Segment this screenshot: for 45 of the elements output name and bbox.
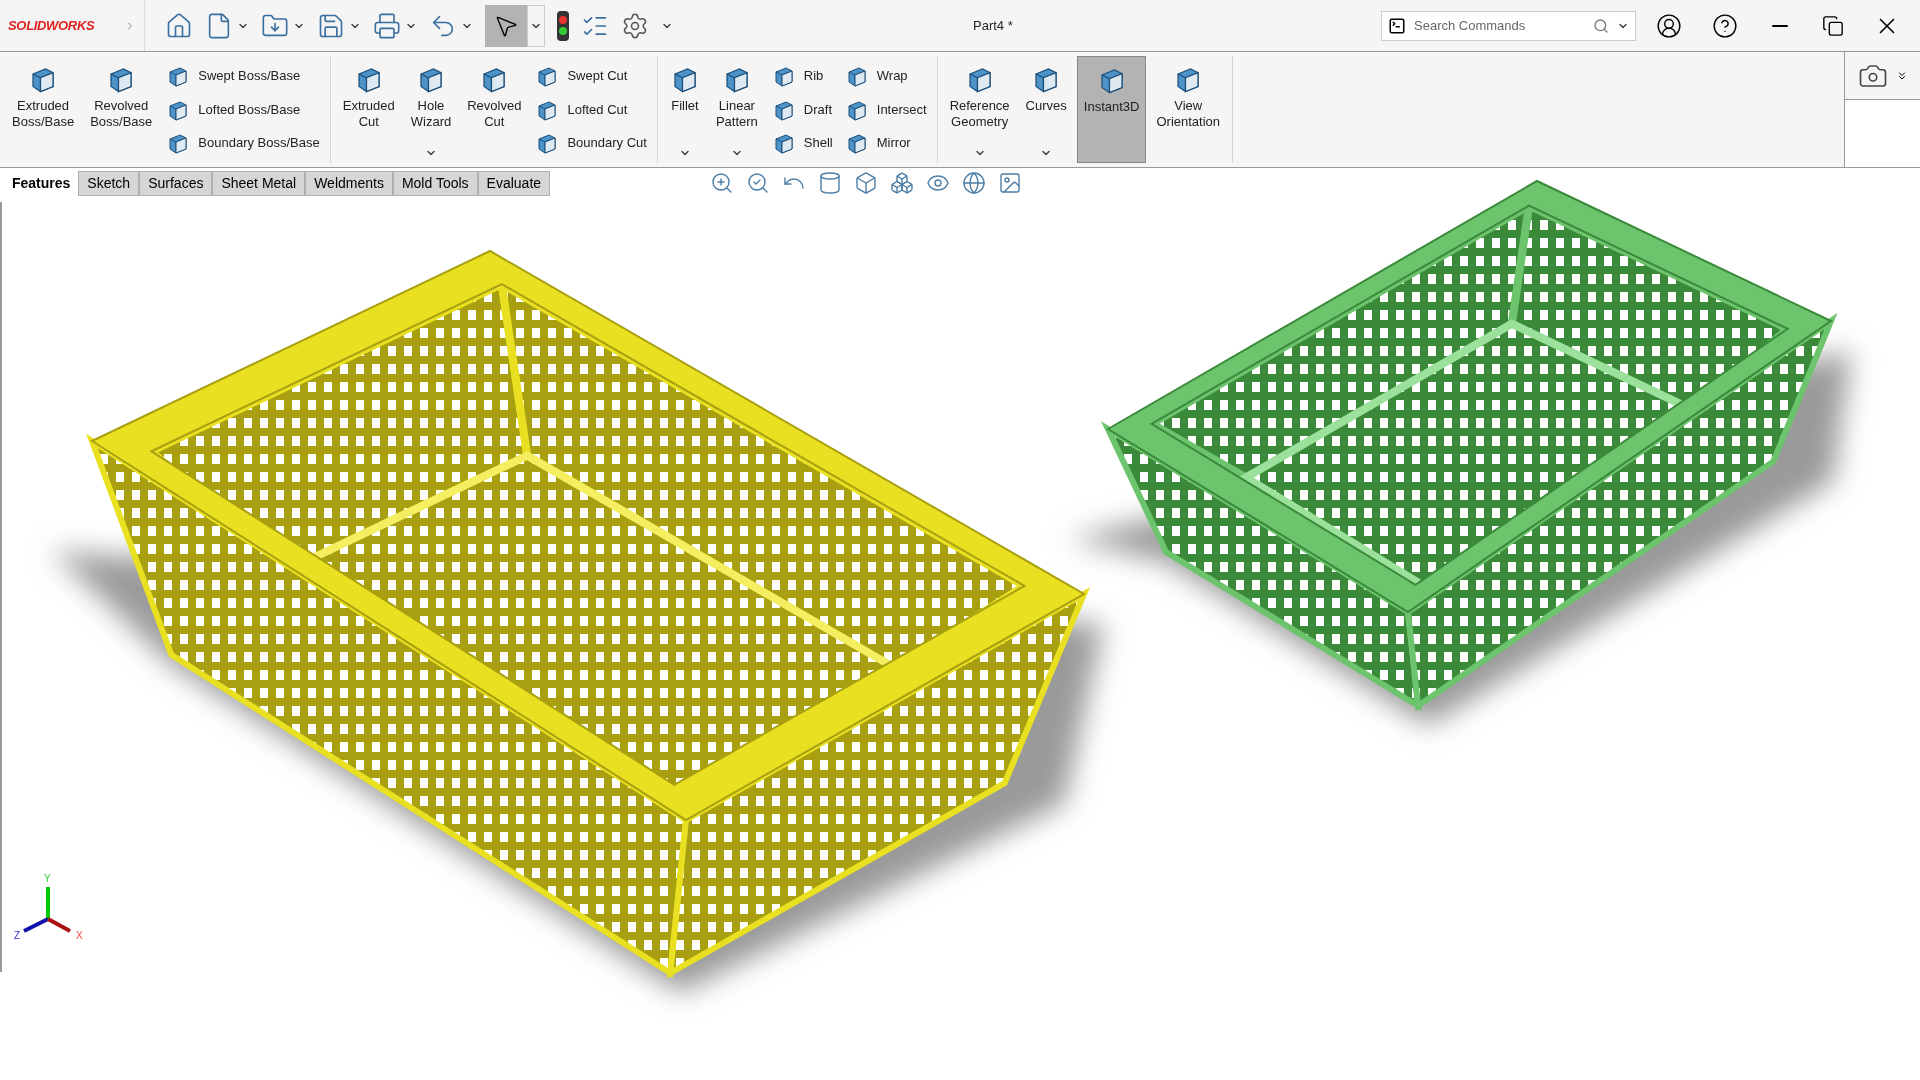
tab[interactable]: Sheet Metal [212,170,306,196]
search-field[interactable]: Search Commands [1414,15,1585,36]
camera-panel[interactable] [1845,52,1920,100]
ribbon-button[interactable]: Boundary Boss/Base [166,131,320,155]
tab[interactable]: Surfaces [139,170,213,196]
ribbon-button[interactable]: Swept Boss/Base [166,64,320,88]
document-title: Part4 * [973,16,1013,35]
ribbon-button[interactable]: Lofted Cut [535,97,647,122]
select-pointer-button[interactable] [485,4,527,47]
ribbon-button[interactable]: Shell [771,131,833,155]
help-icon[interactable] [1712,12,1738,39]
ribbon-button[interactable]: Extruded Boss/Base [6,56,81,163]
tab[interactable]: Mold Tools [392,170,478,196]
ribbon-button[interactable]: Draft [771,97,833,122]
ribbon-button[interactable]: Reference Geometry [943,56,1016,163]
tab[interactable]: Sketch [78,170,140,196]
tab[interactable]: Weldments [305,170,393,196]
search-box[interactable]: Search Commands [1381,10,1636,41]
user-icon[interactable] [1656,12,1682,39]
ribbon-button[interactable]: Boundary Cut [535,131,647,155]
ribbon-button[interactable]: Lofted Boss/Base [166,97,320,122]
print-icon[interactable] [373,11,401,40]
ribbon-button[interactable]: View Orientation [1150,56,1227,163]
restore-icon[interactable] [1822,14,1844,37]
settings-icon[interactable] [621,11,649,40]
traffic-light-icon[interactable] [557,10,569,41]
ribbon-button[interactable]: Instant3D [1076,56,1147,163]
ribbon-button[interactable]: Revolved Boss/Base [84,56,159,163]
ribbon-button[interactable]: Extruded Cut [336,56,401,163]
ribbon-button[interactable]: Rib [771,64,833,88]
ribbon-button[interactable]: Swept Cut [535,64,647,88]
ribbon-button[interactable]: Mirror [844,131,927,155]
ribbon-button[interactable]: Wrap [844,64,927,88]
ribbon-button[interactable]: Fillet [663,56,706,163]
ribbon-button[interactable]: Intersect [844,97,927,122]
home-icon[interactable] [165,11,193,40]
command-prompt-icon [1388,16,1406,35]
search-icon[interactable] [1593,17,1609,34]
ribbon-button[interactable]: Linear Pattern [709,56,764,163]
tab[interactable]: Evaluate [477,170,551,196]
ribbon-button[interactable]: Revolved Cut [461,56,528,163]
ribbon-button[interactable]: Curves [1019,56,1073,163]
axis-triad: Y Z X [14,873,86,943]
ribbon-button[interactable]: Hole Wizard [404,56,458,163]
logo: SOLIDWORKS [8,16,95,35]
